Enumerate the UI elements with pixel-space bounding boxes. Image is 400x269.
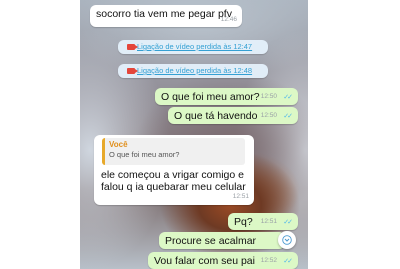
message-outgoing[interactable]: Procure se acalmar [159,232,285,249]
double-check-icon: ✓✓ [283,258,293,265]
message-time: 12:46 [220,16,237,23]
double-check-icon: ✓✓ [283,219,293,226]
message-line: ele começou a vrigar comigo e [101,169,244,181]
video-camera-icon [127,68,138,74]
missed-call-notice[interactable]: Ligação de vídeo perdida às 12:48 [118,64,268,78]
double-check-icon: ✓✓ [283,113,293,120]
scroll-to-bottom-button[interactable] [278,231,296,249]
missed-call-text: Ligação de vídeo perdida às 12:47 [137,42,253,51]
message-text: Vou falar com seu pai [154,255,255,267]
message-time: 12:50 [260,112,277,119]
chevron-down-icon [282,235,292,245]
missed-call-notice[interactable]: Ligação de vídeo perdida às 12:47 [118,40,268,54]
quote-text: O que foi meu amor? [109,150,180,159]
message-text: socorro tia vem me pegar pfv [96,8,232,20]
message-incoming[interactable]: socorro tia vem me pegar pfv 12:46 [90,5,242,27]
message-text: Pq? [234,216,253,228]
quote-author: Você [109,140,128,149]
message-incoming-reply[interactable]: Você O que foi meu amor? ele começou a v… [94,135,254,205]
message-time: 12:50 [260,93,277,100]
quoted-message[interactable]: Você O que foi meu amor? [102,138,245,165]
screenshot-canvas: socorro tia vem me pegar pfv 12:46 Ligaç… [0,0,400,269]
message-time: 12:51 [260,218,277,225]
message-text: O que tá havendo [174,110,258,122]
message-outgoing[interactable]: Vou falar com seu pai 12:52 ✓✓ [148,252,298,269]
message-time: 12:51 [232,193,249,200]
missed-call-text: Ligação de vídeo perdida às 12:48 [137,66,253,75]
video-camera-icon [127,44,138,50]
message-time: 12:52 [260,257,277,264]
message-outgoing[interactable]: O que foi meu amor? 12:50 ✓✓ [155,88,298,105]
chat-area[interactable]: socorro tia vem me pegar pfv 12:46 Ligaç… [80,0,308,269]
double-check-icon: ✓✓ [283,94,293,101]
message-outgoing[interactable]: Pq? 12:51 ✓✓ [228,213,298,230]
message-text: O que foi meu amor? [161,91,260,103]
message-line: falou q ia quebarar meu celular [101,181,246,193]
message-text: Procure se acalmar [165,235,257,247]
message-outgoing[interactable]: O que tá havendo 12:50 ✓✓ [168,107,298,124]
